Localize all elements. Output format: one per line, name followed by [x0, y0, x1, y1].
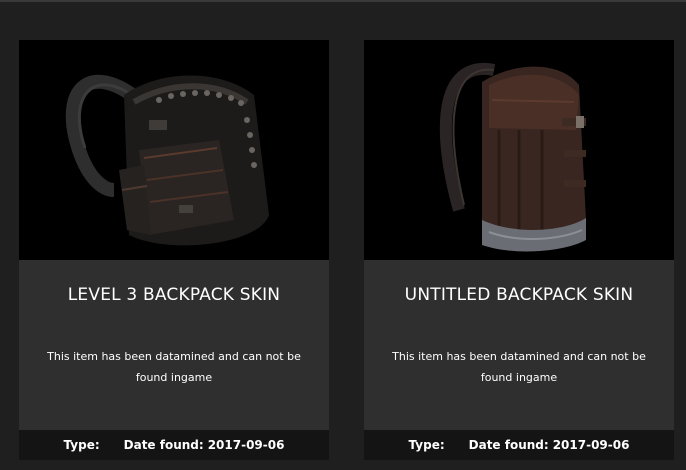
item-title: LEVEL 3 BACKPACK SKIN [67, 285, 281, 305]
level-3-backpack-image [19, 40, 329, 260]
backpack-illustration [19, 40, 329, 260]
type-label: Type: [408, 438, 445, 452]
item-card[interactable]: UNTITLED BACKPACK SKIN This item has bee… [364, 40, 674, 460]
type-label: Type: [63, 438, 100, 452]
date-found: Date found: 2017-09-06 [469, 438, 630, 452]
date-label: Date found: [123, 438, 204, 452]
item-card[interactable]: LEVEL 3 BACKPACK SKIN This item has been… [19, 40, 329, 460]
item-meta-footer: Type: Date found: 2017-09-06 [364, 430, 674, 460]
item-title: UNTITLED BACKPACK SKIN [404, 285, 634, 305]
item-grid: LEVEL 3 BACKPACK SKIN This item has been… [0, 0, 686, 470]
backpack-illustration [364, 40, 674, 260]
untitled-backpack-image [364, 40, 674, 260]
date-found: Date found: 2017-09-06 [124, 438, 285, 452]
item-description: This item has been datamined and can not… [392, 350, 646, 384]
item-meta-footer: Type: Date found: 2017-09-06 [19, 430, 329, 460]
item-description: This item has been datamined and can not… [47, 350, 301, 384]
date-value: 2017-09-06 [207, 438, 285, 452]
date-label: Date found: [468, 438, 549, 452]
date-value: 2017-09-06 [552, 438, 630, 452]
